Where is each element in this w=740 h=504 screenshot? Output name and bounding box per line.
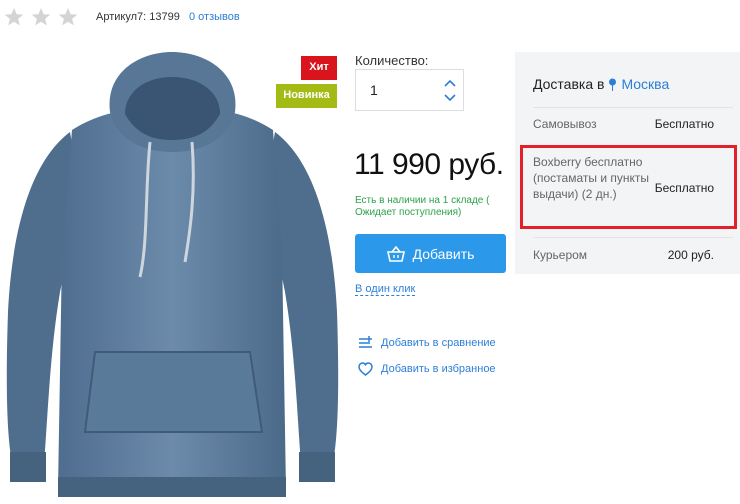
- delivery-option-label: Курьером: [533, 248, 588, 262]
- compare-icon: [358, 336, 373, 350]
- product-price: 11 990 руб.: [354, 148, 504, 181]
- add-to-compare-link[interactable]: Добавить в сравнение: [358, 336, 496, 350]
- quantity-label: Количество:: [355, 53, 429, 68]
- favorite-label: Добавить в избранное: [381, 363, 496, 375]
- add-button-label: Добавить: [412, 245, 475, 262]
- one-click-link[interactable]: В один клик: [355, 283, 416, 296]
- star-icon[interactable]: [31, 7, 51, 27]
- new-badge: Новинка: [276, 84, 337, 108]
- article-number: Артикул7: 13799: [96, 11, 180, 23]
- highlight-frame: [520, 145, 737, 229]
- compare-label: Добавить в сравнение: [381, 337, 496, 349]
- divider: [533, 107, 733, 108]
- chevron-down-icon[interactable]: [443, 92, 457, 104]
- city-link[interactable]: Москва: [621, 76, 669, 92]
- quantity-value[interactable]: 1: [370, 82, 378, 98]
- delivery-option-label: Самовывоз: [533, 117, 597, 131]
- add-to-cart-button[interactable]: Добавить: [355, 234, 506, 273]
- product-image[interactable]: [0, 52, 345, 504]
- hit-badge: Хит: [301, 56, 337, 80]
- basket-icon: [386, 245, 405, 262]
- chevron-up-icon[interactable]: [443, 77, 457, 89]
- rating-stars[interactable]: [4, 7, 78, 27]
- delivery-option-value: Бесплатно: [654, 117, 714, 131]
- star-icon[interactable]: [4, 7, 24, 27]
- delivery-title: Доставка в: [533, 76, 605, 92]
- stock-status: Есть в наличии на 1 складе ( Ожидает пос…: [355, 195, 490, 218]
- reviews-link[interactable]: 0 отзывов: [189, 11, 240, 23]
- heart-icon: [358, 362, 373, 376]
- divider: [533, 237, 733, 238]
- star-icon[interactable]: [58, 7, 78, 27]
- location-pin-icon: [608, 78, 617, 91]
- quantity-stepper[interactable]: 1: [355, 69, 464, 111]
- add-to-favorites-link[interactable]: Добавить в избранное: [358, 362, 496, 376]
- delivery-option-value: 200 руб.: [667, 248, 714, 262]
- delivery-heading: Доставка в Москва: [533, 76, 669, 92]
